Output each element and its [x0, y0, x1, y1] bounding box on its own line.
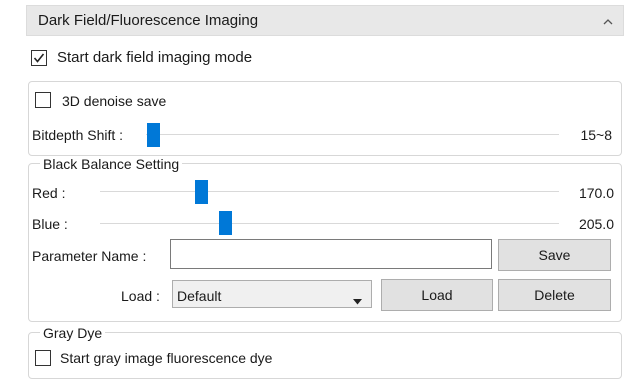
denoise-checkbox[interactable]: [35, 92, 51, 108]
gray-dye-title: Gray Dye: [40, 325, 106, 341]
panel-header[interactable]: Dark Field/Fluorescence Imaging: [26, 5, 624, 36]
dark-field-checkbox[interactable]: [31, 50, 47, 66]
bitdepth-slider-track[interactable]: [146, 134, 559, 135]
load-label: Load :: [121, 288, 160, 304]
dark-field-label: Start dark field imaging mode: [57, 49, 253, 66]
bitdepth-label: Bitdepth Shift :: [32, 127, 124, 143]
load-selected-value: Default: [177, 288, 222, 304]
gray-dye-label: Start gray image fluorescence dye: [60, 350, 273, 366]
load-preset-select[interactable]: Default: [172, 280, 372, 308]
bitdepth-value: 15~8: [580, 127, 612, 143]
save-button[interactable]: Save: [498, 239, 611, 271]
panel-title: Dark Field/Fluorescence Imaging: [38, 12, 259, 29]
red-slider-thumb[interactable]: [195, 180, 208, 204]
parameter-name-label: Parameter Name :: [32, 248, 147, 264]
denoise-label: 3D denoise save: [62, 93, 167, 109]
black-balance-title: Black Balance Setting: [40, 156, 183, 172]
caret-up-icon[interactable]: [603, 14, 613, 25]
delete-button[interactable]: Delete: [498, 279, 611, 311]
red-label: Red :: [32, 185, 66, 201]
blue-slider-thumb[interactable]: [219, 211, 232, 235]
load-button[interactable]: Load: [381, 279, 493, 311]
blue-label: Blue :: [32, 216, 68, 232]
chevron-down-icon: [353, 292, 362, 308]
gray-dye-checkbox[interactable]: [35, 350, 51, 366]
bitdepth-slider-thumb[interactable]: [147, 123, 160, 147]
parameter-name-input[interactable]: [170, 239, 492, 269]
dark-field-panel: Dark Field/Fluorescence Imaging Start da…: [26, 5, 624, 379]
blue-slider-track[interactable]: [100, 223, 559, 224]
blue-value: 205.0: [578, 216, 614, 232]
red-slider-track[interactable]: [100, 191, 559, 192]
red-value: 170.0: [578, 185, 614, 201]
